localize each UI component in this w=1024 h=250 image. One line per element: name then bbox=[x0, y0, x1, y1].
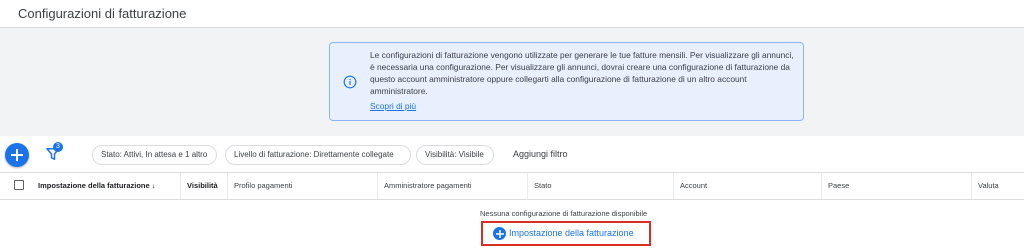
column-header-billing-setup[interactable]: Impostazione della fatturazione ↓ bbox=[32, 173, 181, 199]
header-bar: Configurazioni di fatturazione bbox=[0, 0, 1024, 28]
learn-more-link[interactable]: Scopri di più bbox=[370, 100, 416, 112]
info-text: Le configurazioni di fatturazione vengon… bbox=[370, 50, 794, 96]
column-header-payments-admin[interactable]: Amministratore pagamenti bbox=[378, 173, 528, 199]
column-header-payments-profile[interactable]: Profilo pagamenti bbox=[228, 173, 378, 199]
filter-count-badge: 3 bbox=[53, 142, 63, 152]
column-header-visibility[interactable]: Visibilità bbox=[181, 173, 228, 199]
info-icon bbox=[343, 75, 357, 89]
page-title: Configurazioni di fatturazione bbox=[18, 6, 187, 21]
table-header: Impostazione della fatturazione ↓ Visibi… bbox=[0, 172, 1024, 200]
select-all-checkbox[interactable] bbox=[14, 180, 24, 190]
billing-level-filter-chip[interactable]: Livello di fatturazione: Direttamente co… bbox=[225, 145, 411, 165]
status-filter-chip[interactable]: Stato: Attivi, In attesa e 1 altro bbox=[92, 145, 217, 165]
column-header-country[interactable]: Paese bbox=[822, 173, 972, 199]
info-banner: Le configurazioni di fatturazione vengon… bbox=[329, 42, 804, 121]
add-button[interactable] bbox=[5, 143, 29, 167]
create-billing-setup-label: Impostazione della fatturazione bbox=[509, 228, 634, 238]
empty-state-message: Nessuna configurazione di fatturazione d… bbox=[480, 209, 648, 218]
visibility-filter-chip[interactable]: Visibilità: Visibile bbox=[416, 145, 494, 165]
plus-icon bbox=[11, 149, 23, 161]
create-billing-setup-button[interactable]: Impostazione della fatturazione bbox=[481, 221, 651, 246]
add-circle-icon bbox=[493, 227, 506, 240]
column-header-account[interactable]: Account bbox=[674, 173, 822, 199]
column-header-status[interactable]: Stato bbox=[528, 173, 674, 199]
column-header-currency[interactable]: Valuta bbox=[972, 173, 1024, 199]
add-filter-button[interactable]: Aggiungi filtro bbox=[513, 149, 568, 159]
